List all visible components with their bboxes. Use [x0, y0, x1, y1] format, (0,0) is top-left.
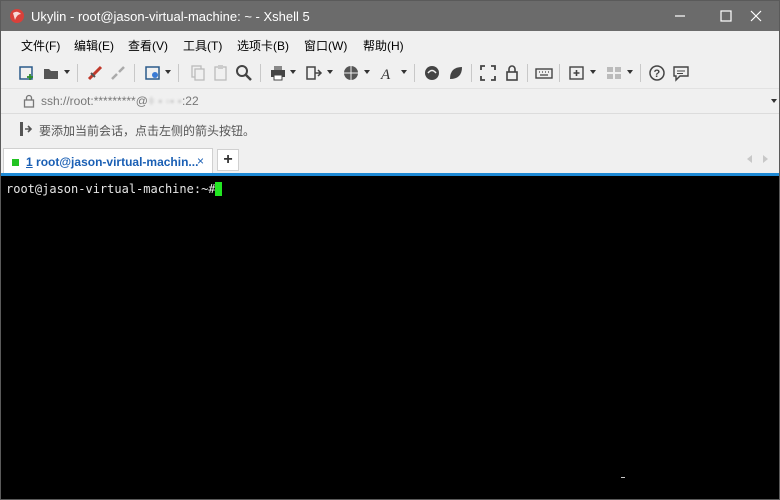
address-url: ssh://root:*********@ — [41, 94, 148, 108]
add-session-arrow-icon[interactable] — [19, 121, 33, 137]
tab-status-indicator — [12, 159, 19, 166]
keyboard-icon[interactable] — [535, 64, 553, 82]
address-dropdown-icon[interactable] — [771, 99, 777, 103]
xshell-app-icon — [10, 9, 24, 23]
print-icon[interactable] — [269, 64, 287, 82]
properties-icon[interactable] — [144, 64, 162, 82]
chat-icon[interactable] — [672, 64, 690, 82]
tab-bar: 1 root@jason-virtual-machin... × + — [1, 145, 779, 174]
terminal-cursor — [215, 182, 222, 196]
tab-title: root@jason-virtual-machin... — [36, 155, 199, 169]
find-icon[interactable] — [235, 64, 253, 82]
maximize-icon — [720, 10, 732, 22]
address-text[interactable]: ssh://root:*********@ǂ ▪ ▫▪ ▪:22 — [41, 94, 199, 108]
globe-icon[interactable] — [342, 64, 360, 82]
info-bar: 要添加当前会话，点击左侧的箭头按钮。 — [1, 114, 779, 144]
close-icon — [750, 10, 762, 22]
disconnect-icon[interactable] — [109, 64, 127, 82]
copy-icon[interactable] — [189, 64, 207, 82]
toolbar-separator — [134, 64, 135, 82]
tab-close-button[interactable]: × — [197, 154, 204, 168]
toolbar-separator — [260, 64, 261, 82]
svg-text:A: A — [380, 67, 391, 82]
print-dropdown-icon[interactable] — [290, 70, 296, 74]
window-title: Ukylin - root@jason-virtual-machine: ~ -… — [31, 9, 310, 24]
tab-session-1[interactable]: 1 root@jason-virtual-machin... × — [3, 148, 213, 174]
menu-edit[interactable]: 编辑(E) — [74, 37, 114, 54]
xshell-window: Ukylin - root@jason-virtual-machine: ~ -… — [0, 0, 780, 500]
menu-tabs[interactable]: 选项卡(B) — [237, 37, 289, 54]
tab-scroll-right-icon[interactable] — [763, 155, 768, 163]
layout-icon[interactable] — [605, 64, 623, 82]
help-icon[interactable]: ? — [648, 64, 666, 82]
address-port: :22 — [181, 94, 199, 108]
menu-file[interactable]: 文件(F) — [21, 37, 60, 54]
add-tab-dropdown-icon[interactable] — [590, 70, 596, 74]
open-folder-icon[interactable] — [42, 64, 60, 82]
toolbar-separator — [640, 64, 641, 82]
properties-dropdown-icon[interactable] — [165, 70, 171, 74]
lock-icon[interactable] — [503, 64, 521, 82]
toolbar-separator — [414, 64, 415, 82]
info-text: 要添加当前会话，点击左侧的箭头按钮。 — [39, 124, 256, 138]
globe-dropdown-icon[interactable] — [364, 70, 370, 74]
transfer-dropdown-icon[interactable] — [327, 70, 333, 74]
toolbar-separator — [527, 64, 528, 82]
xagent-icon[interactable] — [447, 64, 465, 82]
toolbar-separator — [77, 64, 78, 82]
minimize-button[interactable] — [657, 1, 703, 31]
minimize-icon — [675, 15, 685, 17]
menu-bar: 文件(F) 编辑(E) 查看(V) 工具(T) 选项卡(B) 窗口(W) 帮助(… — [1, 31, 779, 58]
tab-number: 1 — [26, 155, 33, 169]
new-tab-button[interactable]: + — [217, 149, 239, 171]
toolbar: A ? — [1, 58, 779, 89]
fullscreen-icon[interactable] — [479, 64, 497, 82]
tab-label: 1 root@jason-virtual-machin... — [26, 155, 198, 169]
terminal-prompt: root@jason-virtual-machine:~# — [6, 182, 216, 196]
layout-dropdown-icon[interactable] — [627, 70, 633, 74]
title-bar[interactable]: Ukylin - root@jason-virtual-machine: ~ -… — [1, 1, 779, 31]
paste-icon[interactable] — [212, 64, 230, 82]
tab-scroll-left-icon[interactable] — [747, 155, 752, 163]
open-dropdown-icon[interactable] — [64, 70, 70, 74]
menu-help[interactable]: 帮助(H) — [363, 37, 404, 54]
font-dropdown-icon[interactable] — [401, 70, 407, 74]
toolbar-separator — [178, 64, 179, 82]
svg-text:?: ? — [654, 68, 661, 80]
toolbar-separator — [471, 64, 472, 82]
address-masked-host: ǂ ▪ ▫▪ ▪ — [147, 94, 182, 108]
add-tab-icon[interactable] — [568, 64, 586, 82]
terminal-area[interactable]: root@jason-virtual-machine:~# — [1, 176, 779, 499]
font-icon[interactable]: A — [379, 64, 397, 82]
new-session-icon[interactable] — [18, 64, 36, 82]
address-bar[interactable]: ssh://root:*********@ǂ ▪ ▫▪ ▪:22 — [1, 89, 779, 114]
menu-tools[interactable]: 工具(T) — [183, 37, 222, 54]
menu-window[interactable]: 窗口(W) — [304, 37, 347, 54]
terminal-mark — [621, 477, 625, 478]
close-button[interactable] — [733, 1, 779, 31]
connect-icon[interactable] — [86, 64, 104, 82]
toolbar-separator — [559, 64, 560, 82]
menu-view[interactable]: 查看(V) — [128, 37, 168, 54]
lock-icon — [23, 94, 35, 108]
xftp-icon[interactable] — [423, 64, 441, 82]
transfer-icon[interactable] — [305, 64, 323, 82]
